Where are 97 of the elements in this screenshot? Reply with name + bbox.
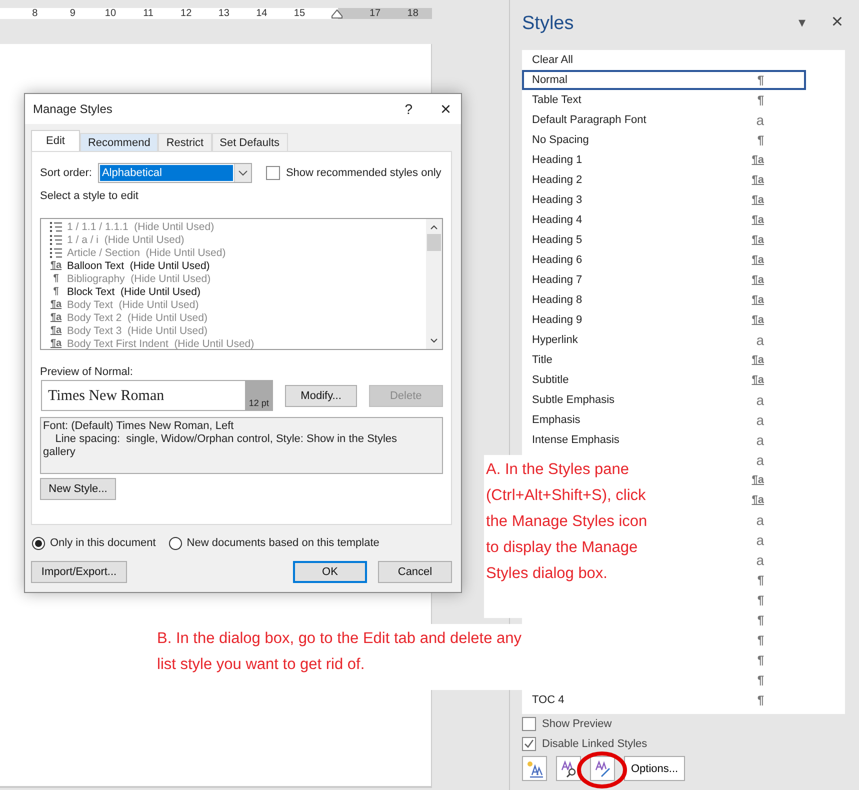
style-list-item[interactable]: 1 / a / i (Hide Until Used) [49,233,426,246]
style-type-icon[interactable]: a [756,532,764,548]
style-item[interactable]: Subtitle ¶a [522,370,806,390]
preview-text: Times New Roman [47,387,166,406]
checkbox-label: Show recommended styles only [286,167,442,179]
checkbox[interactable] [522,737,536,751]
style-item[interactable]: TOC 4 ¶ [522,690,806,710]
font-size-tag: 12 pt [245,381,272,410]
style-item[interactable]: Heading 7 ¶a [522,270,806,290]
pane-menu-button[interactable]: ▾ [798,14,806,30]
style-list-item[interactable]: ¶a Balloon Text (Hide Until Used) [49,259,426,272]
style-list-item[interactable]: 1 / 1.1 / 1.1.1 (Hide Until Used) [49,220,426,233]
new-style-button[interactable] [522,756,547,781]
ruler-number: 12 [180,8,193,19]
tab[interactable]: Recommend [80,133,158,151]
radio-label: New documents based on this template [186,537,380,549]
style-type-icon[interactable]: ¶ [757,653,764,667]
style-item[interactable]: Heading 2 ¶a [522,170,806,190]
list-style-icon [49,220,63,232]
checkbox-label: Disable Linked Styles [542,738,648,750]
modify-button[interactable]: Modify... [285,384,357,406]
style-list-item[interactable]: ¶ Block Text (Hide Until Used) [49,285,426,298]
highlight-circle [576,751,628,789]
tab[interactable]: Edit [31,130,80,151]
style-item[interactable]: Table Text ¶ [522,90,806,110]
ruler-number: 8 [31,8,39,19]
style-item[interactable]: Heading 8 ¶a [522,290,806,310]
sort-order-label: Sort order: [40,167,92,179]
checkbox-label: Show Preview [542,718,612,730]
radio-button[interactable] [168,536,182,550]
style-type-icon[interactable]: ¶ [757,613,764,627]
ruler-number: 13 [217,8,230,19]
ruler-number: 11 [142,8,154,19]
style-type-icon[interactable]: ¶ [757,593,764,607]
list-style-icon [49,246,63,258]
style-item[interactable]: No Spacing ¶ [522,130,806,150]
style-list-item[interactable]: ¶a Body Text 2 (Hide Until Used) [49,311,426,324]
style-item[interactable]: Intense Emphasis a [522,430,806,450]
manage-styles-button[interactable] [590,756,615,781]
ruler-number: 18 [406,8,420,19]
sort-order-dropdown[interactable]: Alphabetical [98,163,252,183]
style-list-item[interactable]: ¶ Bibliography (Hide Until Used) [49,272,426,285]
style-item[interactable]: Heading 1 ¶a [522,150,806,170]
style-type-icon[interactable]: ¶a [752,494,764,506]
indent-marker-icon[interactable] [331,8,344,18]
ruler-number: 14 [255,8,268,19]
import-export-button[interactable]: Import/Export... [31,561,127,583]
radio-label: Only in this document [50,537,156,549]
ruler-number: 9 [68,8,76,19]
style-item[interactable]: Heading 3 ¶a [522,190,806,210]
ruler-number: 17 [368,8,382,19]
pane-title: Styles [522,12,575,35]
style-list-item[interactable]: Article / Section (Hide Until Used) [49,246,426,259]
ok-button[interactable]: OK [293,561,367,583]
scroll-up-icon[interactable] [429,223,439,231]
scroll-thumb[interactable] [427,234,441,251]
style-item[interactable]: Default Paragraph Font a [522,110,806,130]
help-button[interactable]: ? [404,101,412,117]
list-label: Select a style to edit [40,190,140,204]
style-item[interactable]: Subtle Emphasis a [522,390,806,410]
style-type-icon[interactable]: ¶ [757,673,764,687]
scrollbar[interactable] [426,219,442,349]
style-type-icon[interactable]: a [756,512,764,528]
options-button[interactable]: Options... [624,756,686,781]
new-style-button[interactable]: New Style... [40,478,116,500]
radio-button[interactable] [32,536,45,550]
style-item[interactable]: Normal ¶ [522,70,806,90]
style-item[interactable]: Emphasis a [522,410,806,430]
list-style-icon [49,234,63,246]
style-item[interactable]: Heading 9 ¶a [522,310,806,330]
style-description: Font: (Default) Times New Roman, Left Line spacing: single, Widow/Orphan control, Style: Show in the Styles gallery [40,417,443,474]
style-item[interactable]: Clear All [522,50,806,70]
style-item[interactable]: Heading 6 ¶a [522,250,806,270]
style-type-icon[interactable]: a [756,452,764,468]
style-item[interactable]: Heading 5 ¶a [522,230,806,250]
checkbox[interactable] [266,166,280,180]
caret-icon[interactable] [234,164,251,182]
close-button[interactable]: × [831,10,843,34]
style-item[interactable]: Title ¶a [522,350,806,370]
style-list-item[interactable]: ¶a Body Text First Indent (Hide Until Used) [49,337,426,349]
style-type-icon[interactable]: ¶ [757,633,764,647]
ruler-number: 10 [104,8,118,19]
ruler-number: 15 [292,8,306,19]
close-button[interactable]: × [440,98,451,120]
style-type-icon[interactable]: ¶a [752,474,764,486]
preview-label: Preview of Normal: [40,366,134,378]
style-list-item[interactable]: ¶a Body Text 3 (Hide Until Used) [49,324,426,337]
style-type-icon[interactable]: ¶ [757,573,764,587]
style-inspector-button[interactable] [556,756,581,781]
scroll-down-icon[interactable] [429,337,439,345]
checkbox[interactable] [522,717,536,731]
dialog-title: Manage Styles [33,102,114,116]
style-list-item[interactable]: ¶a Body Text (Hide Until Used) [49,298,426,311]
style-item[interactable]: Hyperlink a [522,330,806,350]
style-item[interactable]: Heading 4 ¶a [522,210,806,230]
cancel-button[interactable]: Cancel [378,561,452,583]
style-type-icon[interactable]: a [756,552,764,568]
